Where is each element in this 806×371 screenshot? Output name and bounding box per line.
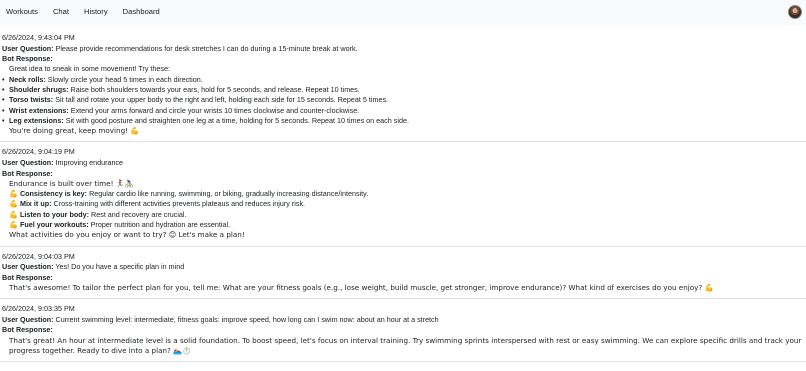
list-item: Leg extensions: Sit with good posture an… <box>2 115 804 127</box>
list-item-text: Raise both shoulders towards your ears, … <box>70 84 360 94</box>
nav-link-dashboard[interactable]: Dashboard <box>123 7 160 17</box>
flexed-bicep-icon: 💪 <box>9 220 18 230</box>
list-item-text: Sit tall and rotate your upper body to t… <box>55 95 389 105</box>
user-question: User Question: Improving endurance <box>2 158 804 168</box>
bot-response-intro: Endurance is built over time! 🏃‍♀️🚴‍♀️ <box>9 178 134 188</box>
list-item-title: Wrist extensions: <box>9 105 69 115</box>
list-item-title: Neck rolls: <box>9 74 46 84</box>
tip-text: Cross-training with different activities… <box>53 199 306 209</box>
list-item-text: Sit with good posture and straighten one… <box>65 115 409 125</box>
user-question-text: Please provide recommendations for desk … <box>55 43 358 53</box>
user-question-text: Yes! Do you have a specific plan in mind <box>55 262 185 272</box>
bot-response-text: That's great! An hour at intermediate le… <box>9 335 802 356</box>
tip-item: 💪 Listen to your body: Rest and recovery… <box>2 210 804 220</box>
tip-item: 💪 Mix it up: Cross-training with differe… <box>2 199 804 209</box>
top-navbar: Workouts Chat History Dashboard <box>0 0 806 25</box>
nav-link-chat[interactable]: Chat <box>53 7 69 17</box>
list-item-title: Shoulder shrugs: <box>9 84 69 94</box>
nav-link-workouts[interactable]: Workouts <box>6 7 38 17</box>
flexed-bicep-icon: 💪 <box>9 199 18 209</box>
list-item-title: Torso twists: <box>9 95 54 105</box>
bot-response-outro: What activities do you enjoy or want to … <box>9 230 245 240</box>
user-question: User Question: Please provide recommenda… <box>2 44 804 54</box>
chat-entry: 6/26/2024, 9:04:19 PM User Question: Imp… <box>0 147 806 247</box>
tip-title: Consistency is key: <box>19 189 88 199</box>
entry-timestamp: 6/26/2024, 9:04:19 PM <box>2 147 75 157</box>
chat-entry: 6/26/2024, 9:03:35 PM User Question: Cur… <box>0 304 806 363</box>
list-item-text: Slowly circle your head 5 times in each … <box>47 74 203 84</box>
list-item: Torso twists: Sit tall and rotate your u… <box>2 95 804 106</box>
stretch-list: Neck rolls: Slowly circle your head 5 ti… <box>2 74 804 127</box>
chat-entry: 6/26/2024, 9:04:03 PM User Question: Yes… <box>0 252 806 300</box>
entry-timestamp: 6/26/2024, 9:43:04 PM <box>2 33 75 42</box>
bot-response-label: Bot Response: <box>2 272 53 282</box>
user-question: User Question: Current swimming level: i… <box>2 315 804 325</box>
bot-response-label: Bot Response: <box>2 168 53 178</box>
tip-item: 💪 Fuel your workouts: Proper nutrition a… <box>2 220 804 230</box>
flexed-bicep-icon: 💪 <box>9 209 18 219</box>
entry-timestamp: 6/26/2024, 9:03:35 PM <box>2 304 75 314</box>
flexed-bicep-icon: 💪 <box>9 189 18 199</box>
chat-history-list: 6/26/2024, 9:43:04 PM User Question: Ple… <box>0 25 806 363</box>
tip-text: Proper nutrition and hydration are essen… <box>90 220 231 230</box>
user-question-label: User Question: <box>2 315 54 325</box>
tip-title: Mix it up: <box>19 199 52 209</box>
list-item: Shoulder shrugs: Raise both shoulders to… <box>2 84 804 96</box>
bot-response-text: That's awesome! To tailor the perfect pl… <box>9 283 714 293</box>
user-question: User Question: Yes! Do you have a specif… <box>2 262 804 272</box>
list-item-title: Leg extensions: <box>9 115 64 125</box>
tip-item: 💪 Consistency is key: Regular cardio lik… <box>2 189 804 199</box>
chat-entry: 6/26/2024, 9:43:04 PM User Question: Ple… <box>0 33 806 143</box>
list-item-text: Extend your arms forward and circle your… <box>70 105 360 115</box>
nav-link-history[interactable]: History <box>84 7 108 17</box>
tip-title: Fuel your workouts: <box>19 220 89 230</box>
bot-response-intro: Great idea to sneak in some movement! Tr… <box>9 64 170 74</box>
bot-response-label: Bot Response: <box>2 54 53 64</box>
user-question-text: Current swimming level: intermediate, fi… <box>55 315 439 325</box>
list-item: Wrist extensions: Extend your arms forwa… <box>2 105 804 117</box>
list-item: Neck rolls: Slowly circle your head 5 ti… <box>2 74 804 86</box>
tip-text: Rest and recovery are crucial. <box>91 209 187 219</box>
entry-timestamp: 6/26/2024, 9:04:03 PM <box>2 251 75 261</box>
user-question-label: User Question: <box>2 158 54 168</box>
bot-response-outro: You're doing great, keep moving! 💪 <box>9 126 140 136</box>
tip-text: Regular cardio like running, swimming, o… <box>89 189 369 199</box>
user-avatar[interactable] <box>788 5 802 19</box>
bot-response-label: Bot Response: <box>2 325 53 335</box>
tip-title: Listen to your body: <box>19 209 90 219</box>
user-question-text: Improving endurance <box>55 158 124 168</box>
user-question-label: User Question: <box>2 43 54 53</box>
user-question-label: User Question: <box>2 262 54 272</box>
